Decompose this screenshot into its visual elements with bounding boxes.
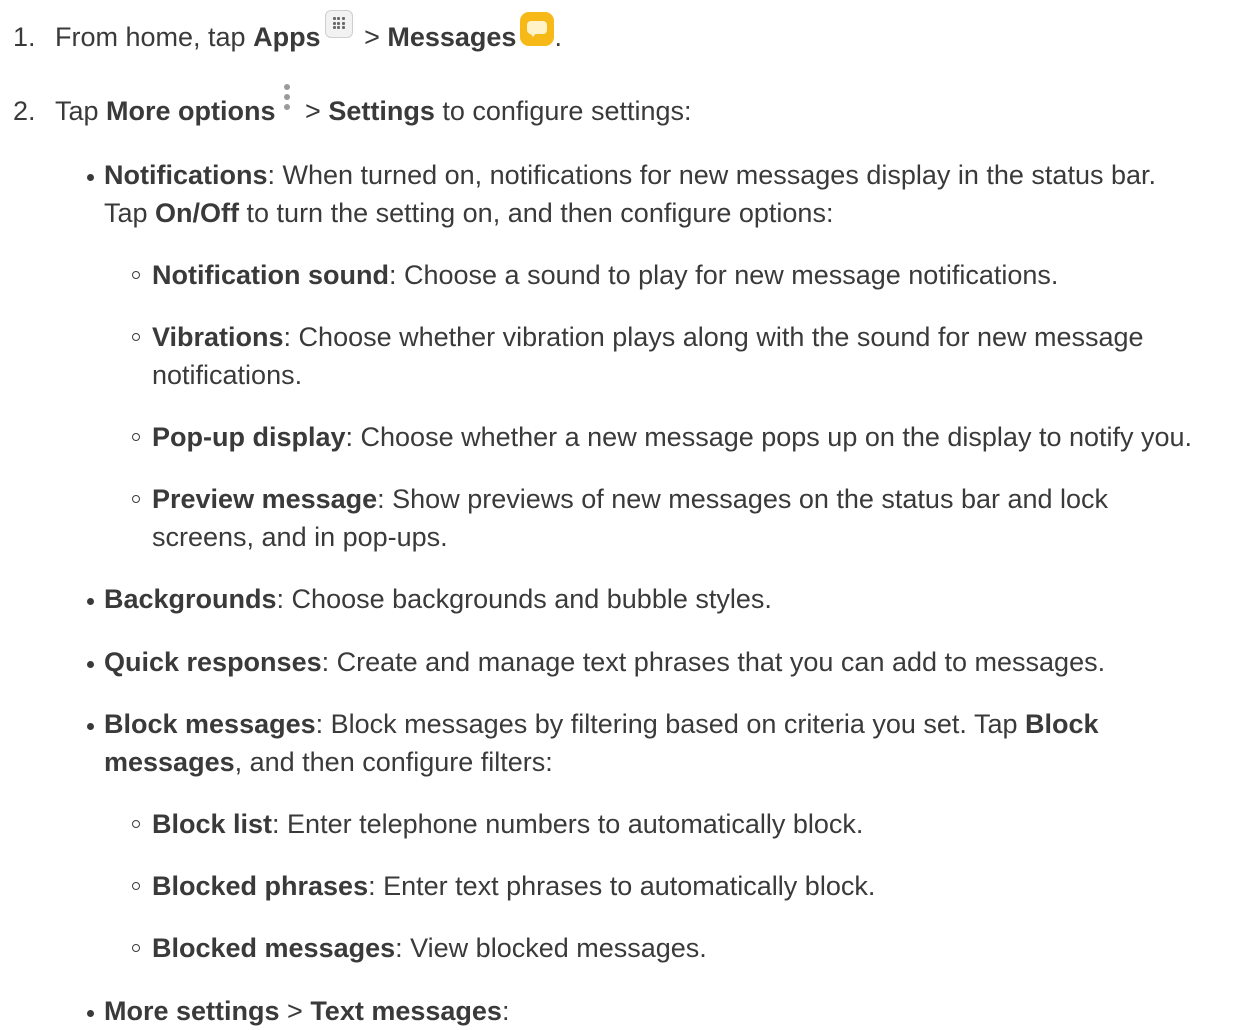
sub-bullet: [132, 433, 140, 441]
block-list-item: Block list: Enter telephone numbers to a…: [152, 805, 863, 843]
quick-responses-text: : Create and manage text phrases that yo…: [321, 647, 1106, 677]
messages-label: Messages: [387, 22, 517, 52]
blocked-phrases-item: Blocked phrases: Enter text phrases to a…: [152, 867, 875, 905]
notifications-text2-pre: Tap: [104, 198, 156, 228]
blocked-phrases-title: Blocked phrases: [152, 871, 369, 901]
sub-bullet: [132, 882, 140, 890]
more-settings-item: More settings > Text messages:: [104, 992, 509, 1030]
sub-bullet: [132, 495, 140, 503]
block-messages-text: : Block messages by filtering based on c…: [315, 709, 1025, 739]
step-2-sep: >: [297, 96, 329, 126]
bullet: [87, 661, 94, 668]
settings-label: Settings: [328, 96, 435, 126]
bullet: [87, 174, 94, 181]
preview-message-item-line2: screens, and in pop-ups.: [152, 522, 448, 552]
vibrations-title: Vibrations: [152, 322, 284, 352]
apps-icon: [324, 10, 353, 38]
step-2-text: Tap More options > Settings to configure…: [55, 84, 692, 130]
notifications-item-line2: Tap On/Off to turn the setting on, and t…: [104, 194, 833, 232]
popup-display-title: Pop-up display: [152, 422, 346, 452]
step-number-1: 1.: [13, 22, 36, 52]
notifications-item: Notifications: When turned on, notificat…: [104, 156, 1156, 194]
step-number-2: 2.: [13, 96, 36, 126]
step-1-pre: From home, tap: [55, 22, 254, 52]
messages-app-icon: [520, 12, 555, 46]
preview-message-item: Preview message: Show previews of new me…: [152, 480, 1108, 518]
quick-responses-title: Quick responses: [104, 647, 322, 677]
bullet: [87, 598, 94, 605]
notification-sound-title: Notification sound: [152, 260, 389, 290]
apps-label: Apps: [253, 22, 321, 52]
popup-display-item: Pop-up display: Choose whether a new mes…: [152, 418, 1192, 456]
sub-bullet: [132, 820, 140, 828]
quick-responses-item: Quick responses: Create and manage text …: [104, 643, 1105, 681]
blocked-messages-text: : View blocked messages.: [395, 933, 707, 963]
more-settings-post: :: [501, 996, 510, 1026]
vibrations-text: : Choose whether vibration plays along w…: [283, 322, 1144, 352]
block-messages-item-line2: messages, and then configure filters:: [104, 743, 553, 781]
backgrounds-title: Backgrounds: [104, 584, 277, 614]
on-off-label: On/Off: [155, 198, 240, 228]
blocked-phrases-text: : Enter text phrases to automatically bl…: [368, 871, 876, 901]
notifications-text2-post: to turn the setting on, and then configu…: [239, 198, 834, 228]
sub-bullet: [132, 271, 140, 279]
bullet: [87, 723, 94, 730]
backgrounds-text: : Choose backgrounds and bubble styles.: [276, 584, 772, 614]
preview-message-title: Preview message: [152, 484, 378, 514]
text-messages-title: Text messages: [310, 996, 502, 1026]
popup-display-text: : Choose whether a new message pops up o…: [345, 422, 1193, 452]
block-messages-bold1: Block: [1024, 709, 1099, 739]
more-settings-title: More settings: [104, 996, 280, 1026]
sub-bullet: [132, 333, 140, 341]
blocked-messages-title: Blocked messages: [152, 933, 396, 963]
sub-bullet: [132, 944, 140, 952]
more-options-icon: [282, 84, 292, 114]
preview-message-text: : Show previews of new messages on the s…: [377, 484, 1109, 514]
block-messages-item: Block messages: Block messages by filter…: [104, 705, 1099, 743]
notification-sound-text: : Choose a sound to play for new message…: [388, 260, 1059, 290]
step-2-pre: Tap: [55, 96, 107, 126]
block-list-title: Block list: [152, 809, 273, 839]
notification-sound-item: Notification sound: Choose a sound to pl…: [152, 256, 1058, 294]
blocked-messages-item: Blocked messages: View blocked messages.: [152, 929, 707, 967]
block-messages-text2: , and then configure filters:: [234, 747, 553, 777]
step-1-post: .: [554, 22, 562, 52]
block-list-text: : Enter telephone numbers to automatical…: [272, 809, 864, 839]
more-settings-sep: >: [279, 996, 311, 1026]
backgrounds-item: Backgrounds: Choose backgrounds and bubb…: [104, 580, 772, 618]
step-1-text: From home, tap Apps > Messages.: [55, 10, 562, 56]
step-2-post: to configure settings:: [434, 96, 692, 126]
notifications-text: : When turned on, notifications for new …: [267, 160, 1156, 190]
step-1-sep: >: [356, 22, 388, 52]
notifications-title: Notifications: [104, 160, 268, 190]
more-options-label: More options: [106, 96, 276, 126]
bullet: [87, 1010, 94, 1017]
vibrations-item: Vibrations: Choose whether vibration pla…: [152, 318, 1144, 356]
block-messages-bold2: messages: [104, 747, 235, 777]
block-messages-title: Block messages: [104, 709, 316, 739]
vibrations-item-line2: notifications.: [152, 360, 303, 390]
